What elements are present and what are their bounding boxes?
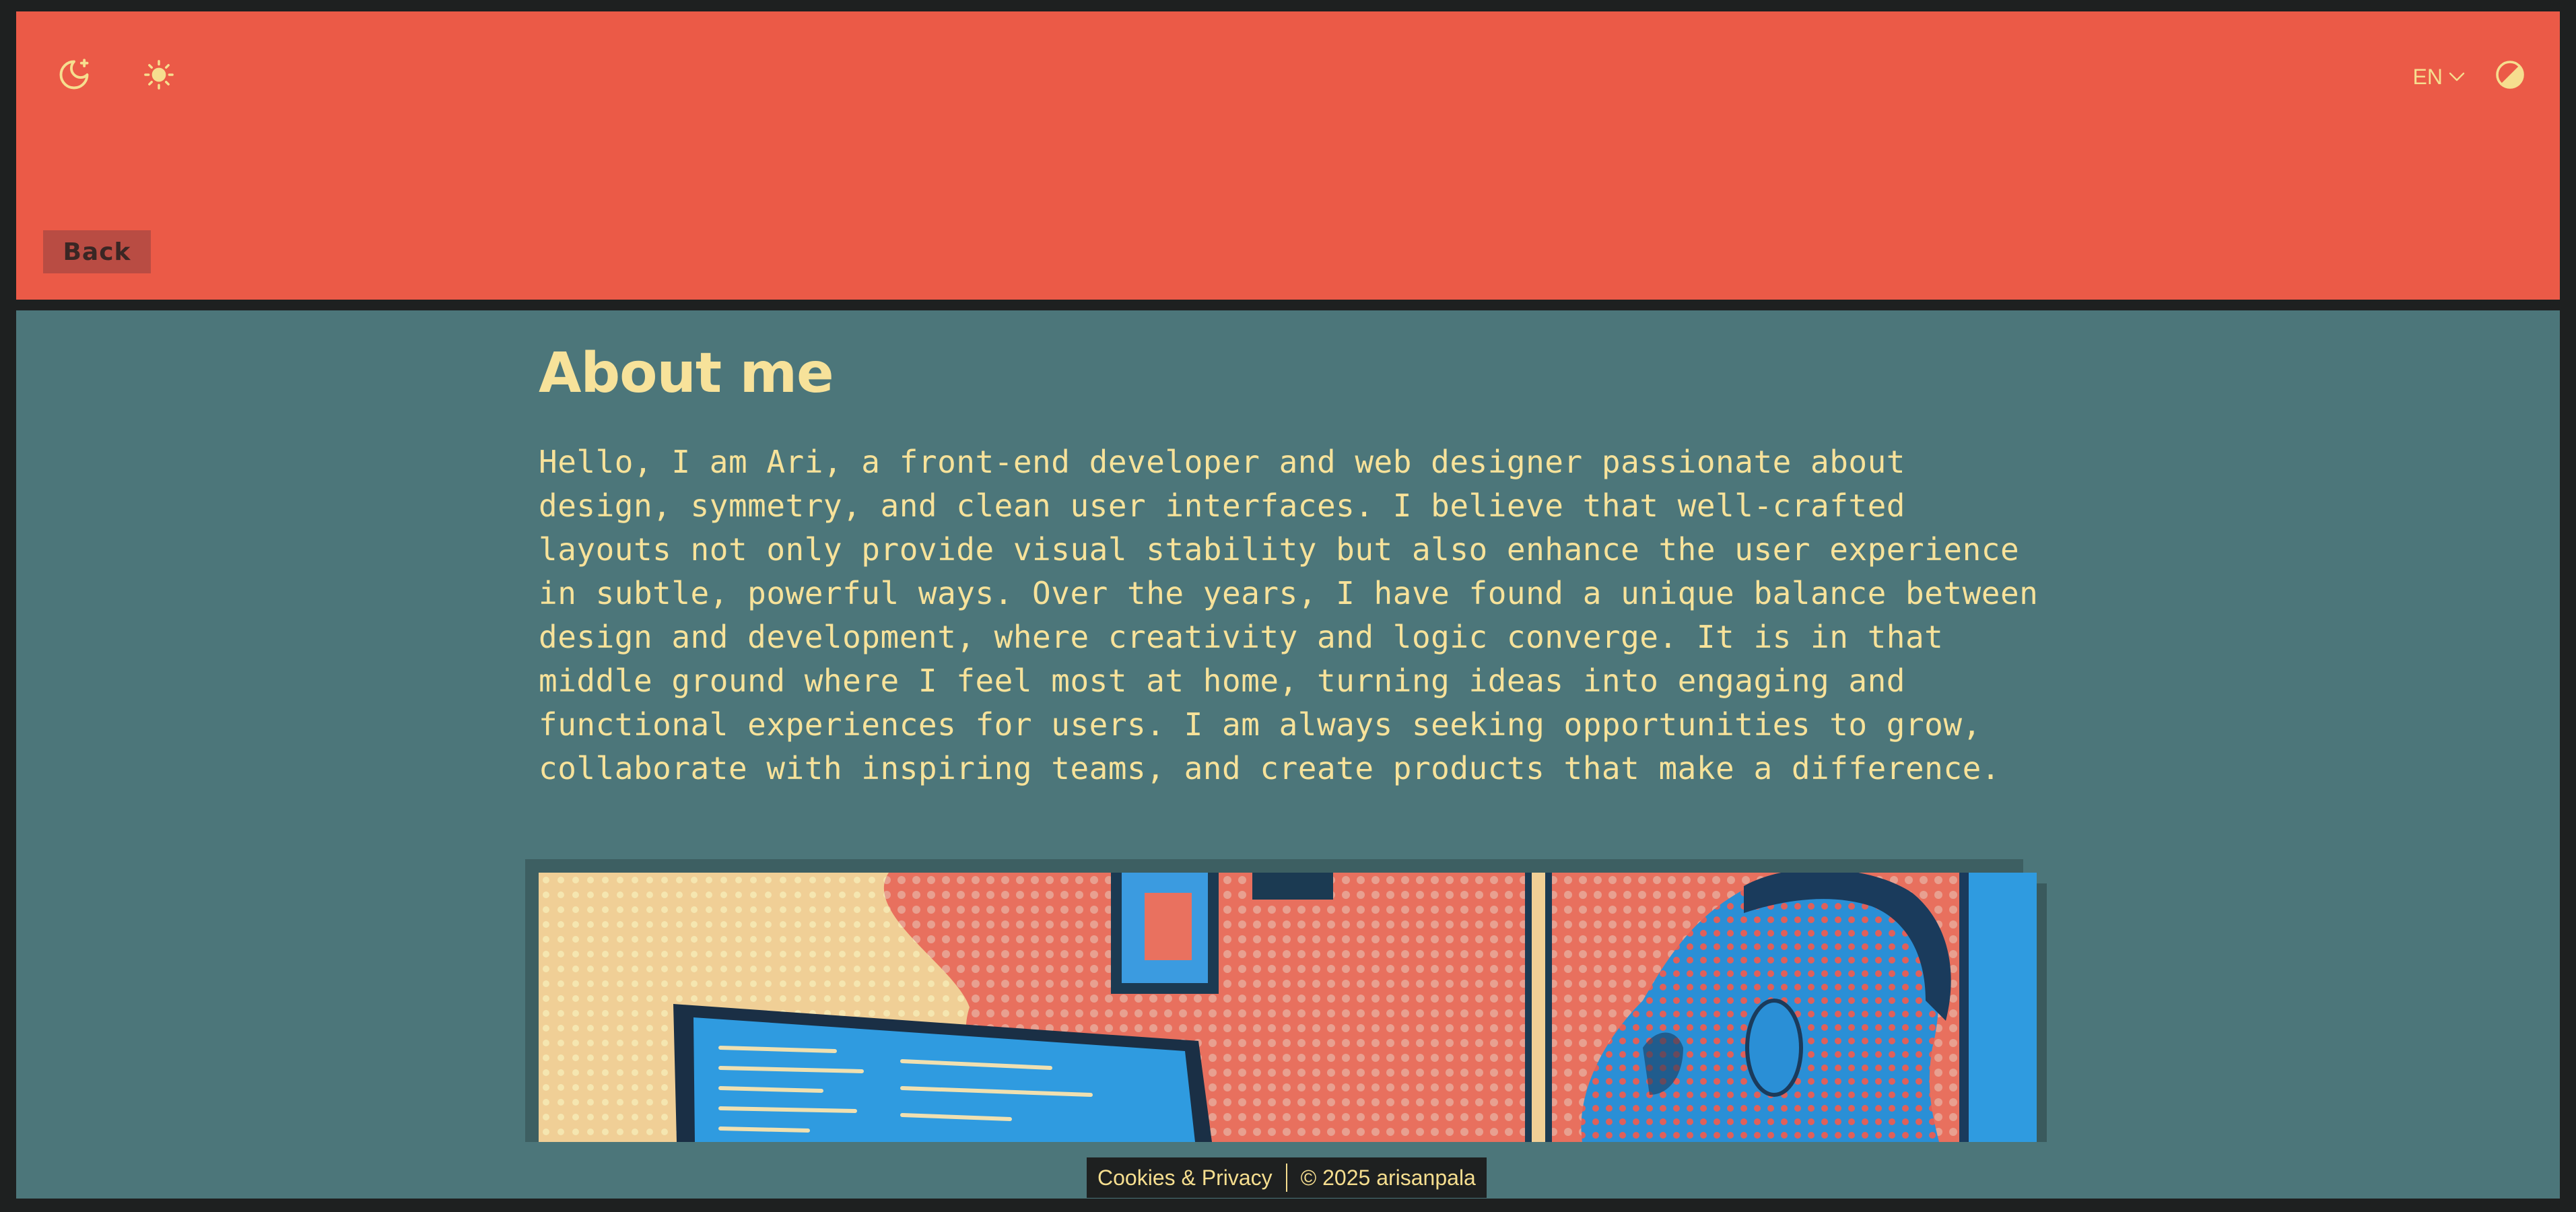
cookies-privacy-link[interactable]: Cookies & Privacy bbox=[1097, 1166, 1273, 1190]
footer-divider bbox=[1285, 1164, 1287, 1192]
sun-icon[interactable] bbox=[129, 45, 189, 104]
photo-frame bbox=[525, 859, 2047, 1142]
site-footer: Cookies & Privacy © 2025 arisanpala bbox=[1087, 1157, 1487, 1198]
site-header: EN Back bbox=[16, 11, 2560, 300]
back-button[interactable]: Back bbox=[43, 230, 151, 273]
profile-photo bbox=[539, 873, 2037, 1142]
page-title: About me bbox=[539, 341, 834, 405]
copyright-text: © 2025 arisanpala bbox=[1300, 1165, 1476, 1190]
language-label: EN bbox=[2412, 64, 2443, 89]
page-frame: EN Back About me Hello, I am Ari, a fron… bbox=[0, 0, 2576, 1212]
main-content: About me Hello, I am Ari, a front-end de… bbox=[16, 310, 2560, 1199]
bio-paragraph: Hello, I am Ari, a front-end developer a… bbox=[539, 444, 2039, 786]
moon-stars-icon[interactable] bbox=[44, 45, 104, 104]
chevron-down-icon bbox=[2449, 72, 2465, 81]
contrast-icon[interactable] bbox=[2480, 45, 2540, 104]
language-select[interactable]: EN bbox=[2413, 60, 2466, 94]
